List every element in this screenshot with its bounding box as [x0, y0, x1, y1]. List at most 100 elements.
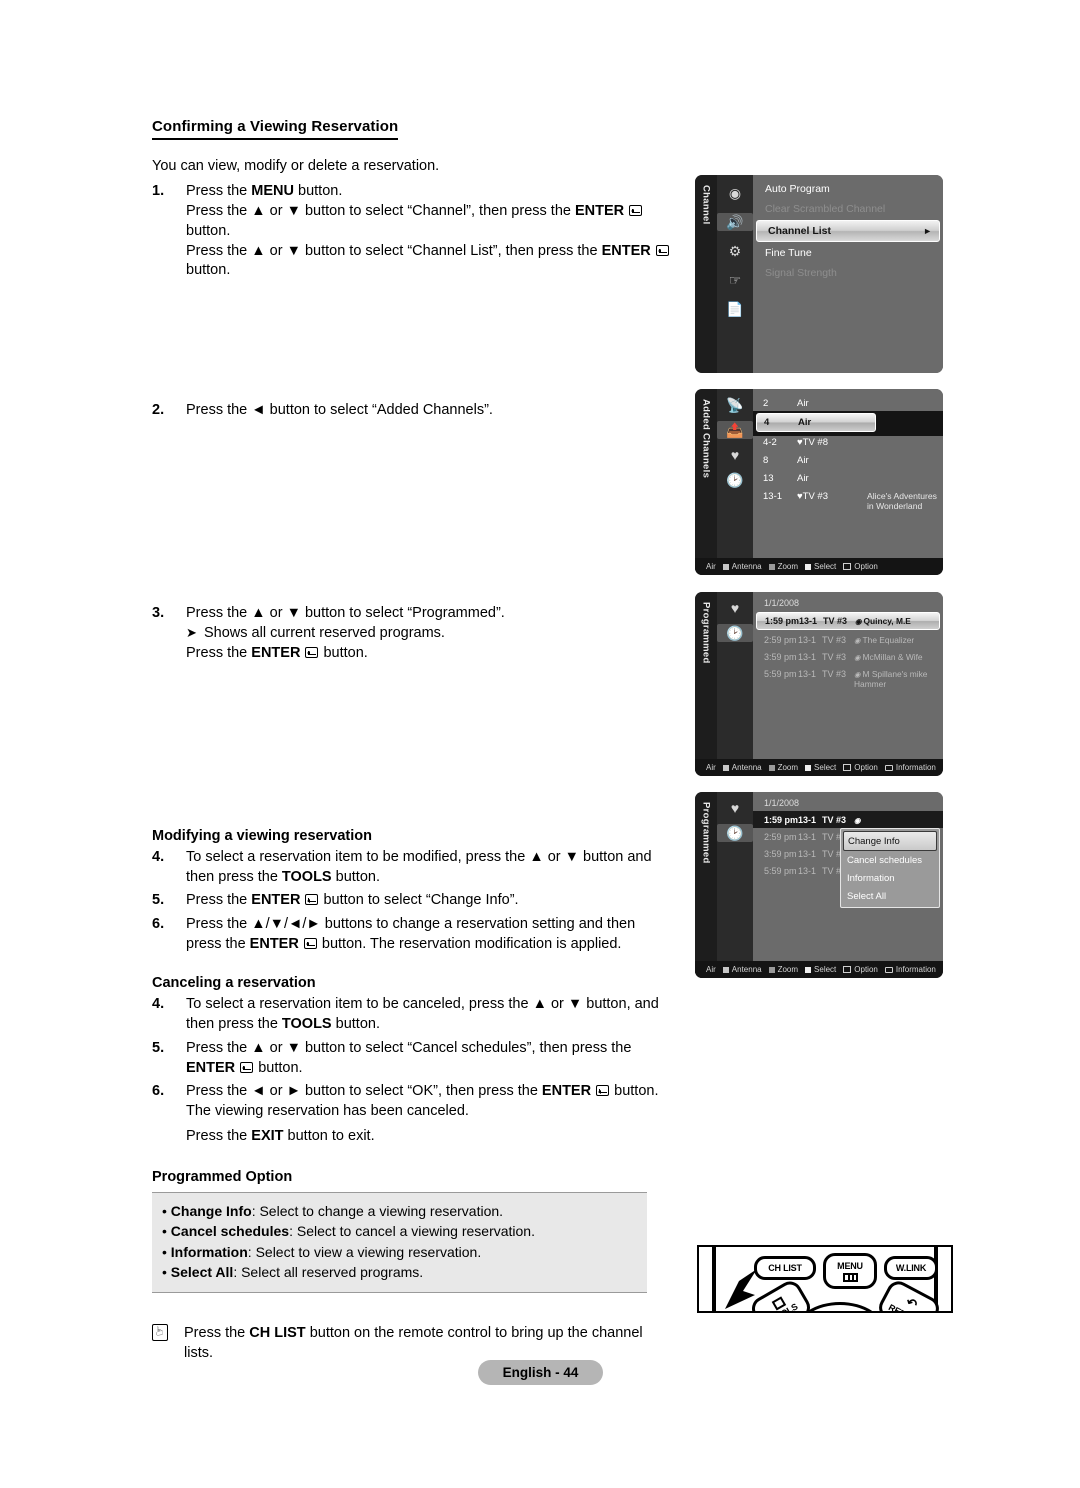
status-item-option[interactable]: Option: [843, 965, 878, 974]
tv-tab-channel-label: Channel: [700, 185, 712, 225]
popup-item-change-info[interactable]: Change Info: [843, 831, 937, 851]
status-item-zoom[interactable]: Zoom: [768, 763, 798, 772]
table-row[interactable]: 3:59 pm 13-1 TV #3 ◉ McMillan & Wife: [753, 648, 943, 665]
picture-icon[interactable]: ◉: [725, 184, 746, 202]
reservation-channel: 13-1: [798, 634, 817, 645]
channel-name: ♥TV #3: [797, 490, 828, 502]
program-title: Alice's Adventures in Wonderland: [867, 490, 937, 511]
cancel-step-4-text: To select a reservation item to be cance…: [186, 996, 659, 1032]
menu-button[interactable]: MENU: [823, 1253, 877, 1289]
channel-name: Air: [797, 397, 809, 409]
wlink-button[interactable]: W.LINK: [884, 1256, 938, 1280]
cancel-step-5-text: Press the ▲ or ▼ button to select “Cance…: [186, 1039, 632, 1076]
enter-icon: [305, 894, 319, 906]
step-3-note-text: Shows all current reserved programs.: [204, 625, 445, 642]
table-row[interactable]: 4 Air: [756, 413, 876, 432]
cancel-step-6-number: 6.: [152, 1083, 165, 1100]
page-title: Confirming a Viewing Reservation: [152, 118, 399, 140]
popup-item-select-all[interactable]: Select All: [843, 887, 937, 905]
table-row[interactable]: 2:59 pm 13-1 TV #3 ◉ The Equalizer: [753, 631, 943, 648]
table-row[interactable]: 5:59 pm 13-1 TV #3 ◉ M Spillane's mike Ha…: [753, 665, 943, 692]
reservation-channel: 13-1: [798, 814, 817, 825]
table-row[interactable]: 13-1 ♥TV #3 Alice's Adventures in Wonder…: [753, 487, 943, 514]
table-row[interactable]: 13 Air: [753, 469, 943, 487]
programmed-icon[interactable]: 🕑: [725, 471, 746, 489]
favorite-icon[interactable]: ♥: [725, 599, 746, 617]
status-item-select[interactable]: Select: [805, 562, 836, 571]
reservation-program: ◉ Quincy, M.E: [855, 616, 911, 626]
menu-grid-icon: [842, 1272, 858, 1282]
ch-list-button[interactable]: CH LIST: [754, 1256, 816, 1280]
status-item-zoom[interactable]: Zoom: [768, 965, 798, 974]
clock-icon: ◉: [854, 635, 861, 645]
enter-icon: [629, 204, 643, 216]
status-item-antenna[interactable]: Antenna: [722, 562, 762, 571]
tools-button[interactable]: TOOLS: [747, 1277, 815, 1311]
page-footer: English - 44: [478, 1360, 603, 1385]
status-item-antenna[interactable]: Antenna: [722, 965, 762, 974]
table-row[interactable]: 1:59 pm 13-1 TV #3 ◉: [753, 811, 943, 828]
option-item-information: • Information: Select to view a viewing …: [162, 1243, 482, 1260]
channel-name: Air: [797, 454, 809, 466]
popup-item-cancel-schedules[interactable]: Cancel schedules: [843, 851, 937, 869]
menu-item-channel-list[interactable]: Channel List ►: [756, 220, 940, 242]
table-row[interactable]: 2 Air: [753, 394, 943, 412]
return-button[interactable]: ↶ RETURN: [874, 1277, 944, 1311]
reservation-time: 2:59 pm: [764, 634, 797, 645]
modify-section: Modifying a viewing reservation 4. To se…: [152, 828, 672, 955]
menu-item-auto-program[interactable]: Auto Program: [753, 179, 943, 199]
status-item-antenna[interactable]: Antenna: [722, 763, 762, 772]
channel-number: 2: [763, 397, 769, 409]
modify-step-6-text: Press the ▲/▼/◄/► buttons to change a re…: [186, 916, 636, 953]
status-item-option[interactable]: Option: [843, 763, 878, 772]
menu-item-clear-scrambled-channel[interactable]: Clear Scrambled Channel: [753, 199, 943, 219]
cancel-step-4-number: 4.: [152, 996, 165, 1013]
channel-number: 4-2: [763, 436, 777, 448]
status-item-information[interactable]: Information: [884, 763, 936, 772]
favorite-icon[interactable]: ♥: [725, 799, 746, 817]
antenna-all-icon[interactable]: 📡: [725, 396, 746, 414]
modify-step-5: 5. Press the ENTER button to select “Cha…: [152, 891, 672, 911]
status-item-select[interactable]: Select: [805, 763, 836, 772]
status-item-select[interactable]: Select: [805, 965, 836, 974]
programmed-icon[interactable]: 🕑: [717, 824, 753, 842]
clock-icon: ◉: [855, 617, 862, 626]
status-item-zoom[interactable]: Zoom: [768, 562, 798, 571]
input-icon[interactable]: ☞: [725, 271, 746, 289]
status-item-information[interactable]: Information: [884, 965, 936, 974]
tv-tab-added-channels-label: Added Channels: [700, 399, 712, 479]
reservation-channel: 13-1: [798, 865, 817, 876]
modify-step-4-number: 4.: [152, 848, 165, 865]
programmed-icon[interactable]: 🕑: [717, 624, 753, 642]
table-row[interactable]: 1:59 pm 13-1 TV #3 ◉ Quincy, M.E: [756, 612, 940, 630]
reservation-channel: 13-1: [798, 651, 817, 662]
modify-step-5-number: 5.: [152, 892, 165, 909]
table-row[interactable]: 4-2 ♥TV #8: [753, 433, 943, 451]
tools-option-popup: Change Info Cancel schedules Information…: [840, 828, 940, 908]
tv-sidebar-icons: 📡 📤 ♥ 🕑: [717, 389, 753, 575]
cancel-step-6: 6. Press the ◄ or ► button to select “OK…: [152, 1082, 672, 1147]
popup-item-information[interactable]: Information: [843, 869, 937, 887]
programmed-option-section: Programmed Option • Change Info: Select …: [152, 1169, 672, 1293]
status-source: Air: [706, 763, 716, 772]
setup-icon[interactable]: ⚙: [725, 242, 746, 260]
menu-item-signal-strength[interactable]: Signal Strength: [753, 263, 943, 283]
menu-item-fine-tune[interactable]: Fine Tune: [753, 243, 943, 263]
support-icon[interactable]: 📄: [725, 300, 746, 318]
note-arrow-icon: ➤: [186, 625, 197, 641]
table-row[interactable]: 8 Air: [753, 451, 943, 469]
reservation-source: TV #3: [822, 651, 847, 662]
tv-tab-programmed-label: Programmed: [700, 602, 712, 664]
added-channels-icon[interactable]: 📤: [717, 421, 753, 439]
reservation-source: TV #3: [823, 616, 848, 626]
tv-sidebar-icons: ♥ 🕑: [717, 592, 753, 776]
tv-screenshot-programmed-options: Programmed ♥ 🕑 1/1/2008 1:59 pm 13-1 TV …: [695, 792, 943, 978]
channel-number: 13-1: [763, 490, 783, 502]
status-item-option[interactable]: Option: [843, 562, 878, 571]
reservation-channel: 13-1: [798, 848, 817, 859]
sound-icon[interactable]: 🔊: [717, 213, 753, 231]
favorite-icon[interactable]: ♥: [725, 446, 746, 464]
reservation-time: 3:59 pm: [764, 651, 797, 662]
step-2-number: 2.: [152, 402, 165, 419]
chevron-right-icon: ►: [923, 226, 932, 236]
